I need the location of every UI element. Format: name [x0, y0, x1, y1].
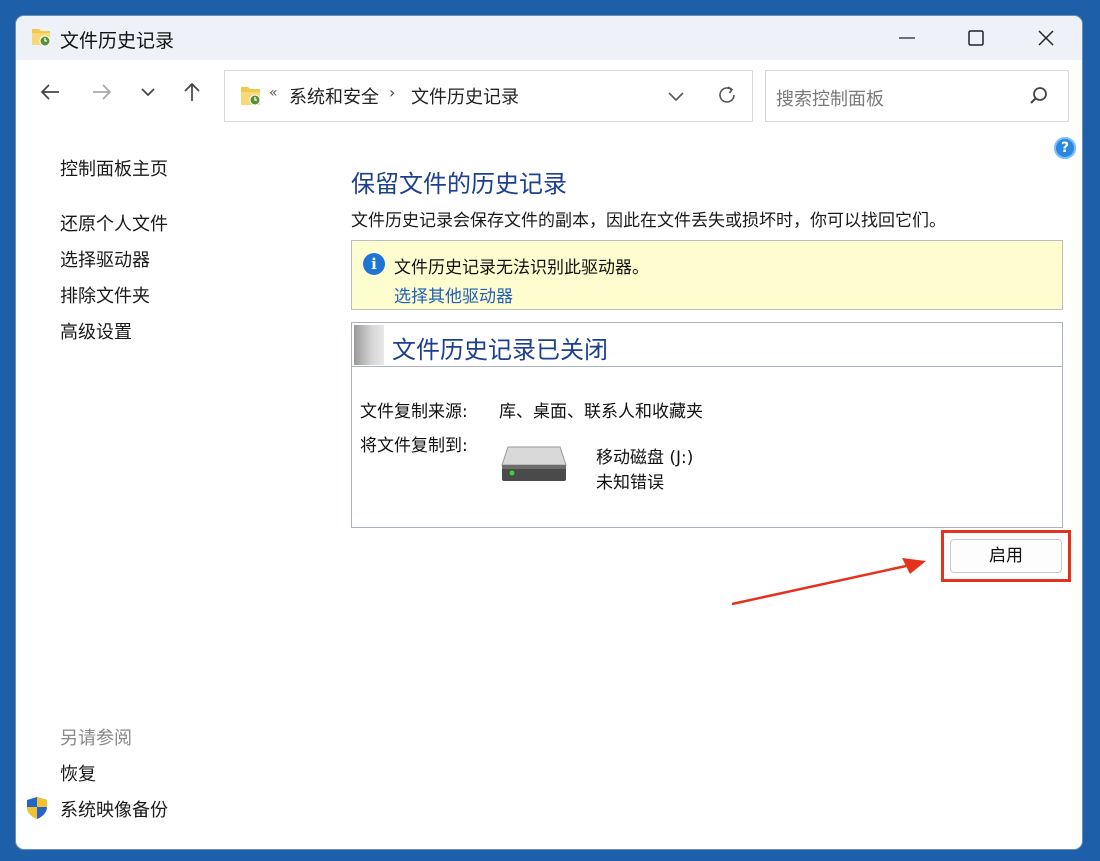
restore-personal-files-link[interactable]: 还原个人文件 — [60, 210, 168, 236]
arrow-left-icon — [40, 84, 59, 100]
search-placeholder: 搜索控制面板 — [776, 89, 884, 110]
back-button[interactable] — [32, 74, 68, 110]
status-title: 文件历史记录已关闭 — [392, 336, 608, 364]
breadcrumb-system-security[interactable]: 系统和安全 — [289, 83, 379, 109]
info-icon: i — [363, 253, 385, 275]
info-message: 文件历史记录无法识别此驱动器。 — [394, 258, 649, 278]
file-history-icon — [32, 29, 51, 47]
chevron-down-icon[interactable] — [665, 85, 687, 107]
breadcrumb-separator[interactable]: › — [389, 83, 395, 102]
maximize-button[interactable] — [941, 16, 1011, 60]
drive-name: 移动磁盘 (J:) — [596, 448, 694, 468]
refresh-icon[interactable] — [715, 83, 739, 107]
status-indicator — [354, 325, 384, 365]
minimize-button[interactable] — [872, 16, 942, 60]
title-bar[interactable]: 文件历史记录 — [16, 16, 1082, 60]
arrow-up-icon — [184, 82, 200, 101]
close-icon — [1038, 30, 1054, 46]
see-also-header: 另请参阅 — [60, 728, 132, 749]
arrow-right-icon — [93, 84, 112, 100]
close-button[interactable] — [1011, 16, 1081, 60]
status-header: 文件历史记录已关闭 — [352, 323, 1062, 367]
drive-status: 未知错误 — [596, 473, 664, 493]
select-another-drive-link[interactable]: 选择其他驱动器 — [394, 282, 513, 307]
system-image-backup-link[interactable]: 系统映像备份 — [60, 796, 168, 822]
up-button[interactable] — [174, 74, 210, 110]
source-label: 文件复制来源: — [360, 402, 468, 422]
enable-button[interactable]: 启用 — [950, 539, 1062, 573]
select-drive-link[interactable]: 选择驱动器 — [60, 246, 150, 272]
navigation-bar: « 系统和安全 › 文件历史记录 搜索控制面板 — [16, 60, 1082, 126]
maximize-icon — [968, 30, 984, 46]
chevron-down-icon — [141, 88, 155, 97]
search-icon[interactable] — [1028, 85, 1050, 107]
exclude-folders-link[interactable]: 排除文件夹 — [60, 282, 150, 308]
file-history-window: 文件历史记录 « 系统和安全 › 文件历史记录 搜索控制面板 控制面板主页 还原… — [16, 16, 1082, 849]
advanced-settings-link[interactable]: 高级设置 — [60, 318, 132, 344]
recovery-link[interactable]: 恢复 — [60, 760, 96, 786]
search-box[interactable]: 搜索控制面板 — [765, 70, 1069, 122]
removable-drive-icon — [501, 446, 567, 481]
uac-shield-icon — [27, 797, 47, 819]
page-description: 文件历史记录会保存文件的副本，因此在文件丢失或损坏时，你可以找回它们。 — [351, 211, 946, 231]
breadcrumb-file-history[interactable]: 文件历史记录 — [411, 83, 519, 109]
page-title: 保留文件的历史记录 — [351, 170, 567, 198]
destination-label: 将文件复制到: — [360, 436, 468, 456]
breadcrumb-overflow[interactable]: « — [269, 85, 278, 101]
status-panel: 文件历史记录已关闭 文件复制来源: 库、桌面、联系人和收藏夹 将文件复制到: 移… — [351, 322, 1063, 528]
address-bar[interactable]: « 系统和安全 › 文件历史记录 — [224, 70, 753, 122]
control-panel-home-link[interactable]: 控制面板主页 — [60, 155, 168, 181]
minimize-icon — [899, 37, 915, 39]
annotation-arrow — [731, 558, 926, 606]
file-history-icon — [241, 87, 261, 106]
source-value: 库、桌面、联系人和收藏夹 — [499, 402, 703, 422]
recent-locations-button[interactable] — [130, 74, 166, 110]
info-bar: i 文件历史记录无法识别此驱动器。 选择其他驱动器 — [351, 240, 1063, 310]
window-title: 文件历史记录 — [60, 30, 175, 52]
help-button[interactable]: ? — [1054, 137, 1076, 159]
forward-button[interactable] — [84, 74, 120, 110]
